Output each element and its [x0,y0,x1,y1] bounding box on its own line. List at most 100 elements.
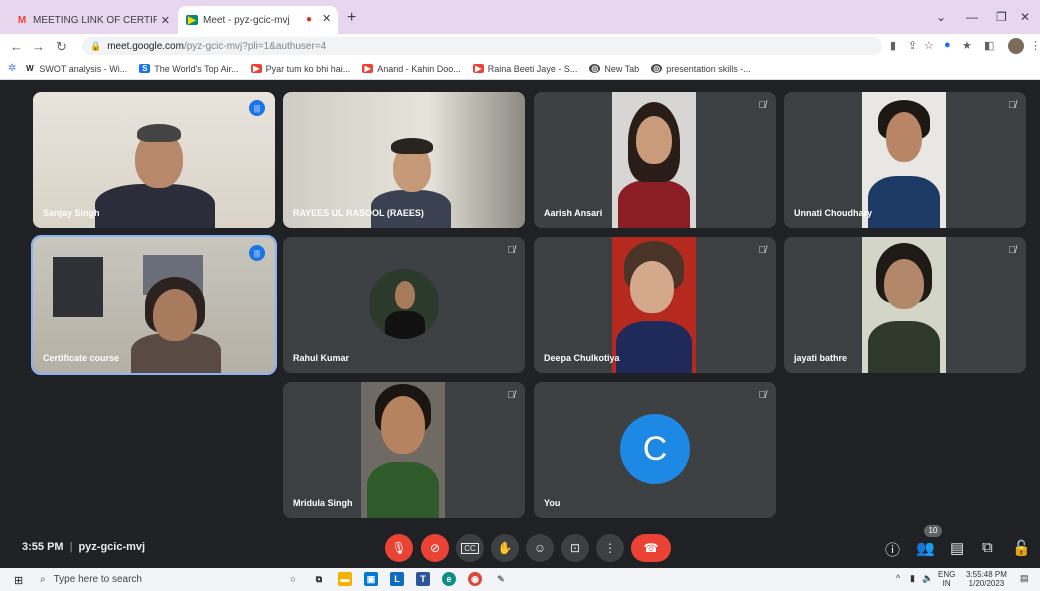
close-icon[interactable]: ✕ [322,12,331,25]
participant-video [862,237,946,373]
chat-icon[interactable]: ▤ [950,539,964,557]
bookmark-new-tab[interactable]: ◎ New Tab [589,64,639,74]
tab-gmail[interactable]: M MEETING LINK OF CERTIFICATE C ✕ [8,6,178,34]
volume-icon[interactable]: 🔈 [922,573,933,584]
meet-icon: ▶ [186,15,198,26]
participant-tile[interactable]: 🎙̸ Aarish Ansari [534,92,776,228]
self-avatar: C [620,414,690,484]
extension-icon[interactable]: ● [944,39,951,51]
participant-video [862,92,946,228]
raise-hand-button[interactable]: ✋ [491,534,519,562]
store-icon[interactable]: ▣ [364,572,378,586]
meet-control-bar: 3:55 PM | pyz-gcic-mvj 🎙 ⊘ CC ✋ ☺ ⊡ ⋮ ☎ ⓘ … [0,525,1040,568]
meet-video-grid: ||| Sanjay Singh RAYEES UL RASOOL (RAEES… [0,80,1040,568]
camera-indicator-icon[interactable]: ▮ [890,39,896,52]
participant-avatar [369,269,439,339]
participant-tile[interactable]: 🎙̸ Deepa Chulkotiya [534,237,776,373]
forward-icon[interactable]: → [32,39,45,54]
bookmark-presentation[interactable]: ◎ presentation skills -... [651,64,751,74]
wikipedia-icon: W [26,64,34,73]
participant-name: Rahul Kumar [293,353,350,363]
participant-tile-self[interactable]: C 🎙̸ You [534,382,776,518]
present-icon: ⊡ [569,541,581,555]
extensions-puzzle-icon[interactable]: ★ [962,39,972,52]
cortana-icon[interactable]: ○ [286,572,300,586]
mic-toggle-button[interactable]: 🎙 [385,534,413,562]
participant-tile[interactable]: 🎙̸ Rahul Kumar [283,237,525,373]
participant-tile[interactable]: 🎙̸ Mridula Singh [283,382,525,518]
recording-icon: ● [306,14,313,25]
participant-count-badge: 10 [924,525,942,537]
system-clock[interactable]: 3:55:48 PM 1/20/2023 [966,570,1007,588]
edge-icon[interactable]: e [442,572,456,586]
teams-icon[interactable]: T [416,572,430,586]
mic-off-icon: 🎙̸ [1008,245,1017,256]
captions-button[interactable]: CC [456,534,484,562]
linkedin-icon[interactable]: L [390,572,404,586]
participant-tile[interactable]: 🎙̸ Unnati Choudhary [784,92,1026,228]
minimize-icon[interactable]: — [966,10,978,24]
tab-meet[interactable]: ▶ Meet - pyz-gcic-mvj [178,6,338,34]
apps-icon[interactable]: ✲ [8,63,16,74]
sidebar-icon[interactable]: ◧ [984,39,994,52]
share-icon[interactable]: ⇪ [908,39,917,52]
raise-hand-icon: ✋ [497,541,513,555]
maximize-icon[interactable]: ❐ [996,10,1007,24]
emoji-button[interactable]: ☺ [526,534,554,562]
speaking-indicator-icon: ||| [249,245,265,261]
task-view-icon[interactable]: ⧉ [312,572,326,586]
bookmark-swot[interactable]: W SWOT analysis - Wi... [24,64,127,74]
taskbar-search-input[interactable]: ⌕ Type here to search [40,570,270,589]
host-controls-icon[interactable]: 🔓 [1012,539,1031,557]
participant-video [361,382,445,518]
bookmark-anand[interactable]: ▶ Anand - Kahin Doo... [362,64,461,74]
back-icon[interactable]: ← [10,39,23,54]
chevron-up-icon[interactable]: ^ [896,573,900,583]
chrome-icon: ◎ [589,64,601,73]
leave-call-button[interactable]: ☎ [631,534,671,562]
menu-kebab-icon[interactable]: ⋮ [1030,39,1040,52]
more-options-button[interactable]: ⋮ [596,534,624,562]
gmail-icon: M [17,14,27,26]
bookmark-pyar[interactable]: ▶ Pyar tum ko bhi hai... [250,64,350,74]
participant-name: Sanjay Singh [43,208,100,218]
language-indicator[interactable]: ENG IN [938,570,955,588]
bookmark-raina[interactable]: ▶ Raina Beeti Jaye - S... [472,64,577,74]
participant-name: Certificate course [43,353,120,363]
participant-tile[interactable]: RAYEES UL RASOOL (RAEES) [283,92,525,228]
window-close-icon[interactable]: ✕ [1020,10,1030,24]
mic-off-icon: 🎙̸ [758,390,767,401]
notifications-icon[interactable]: ▤ [1020,573,1029,584]
captions-icon: CC [461,542,479,554]
participant-tile[interactable]: ||| Sanjay Singh [33,92,275,228]
close-icon[interactable]: ✕ [161,14,170,27]
present-button[interactable]: ⊡ [561,534,589,562]
youtube-icon: ▶ [362,64,374,73]
camera-toggle-button[interactable]: ⊘ [421,534,449,562]
bookmark-star-icon[interactable]: ☆ [924,39,934,52]
activities-icon[interactable]: ⧉ [982,539,993,556]
people-icon[interactable]: 👥 [916,539,935,557]
participant-name: Mridula Singh [293,498,353,508]
lock-icon: 🔒 [90,40,102,51]
chrome-icon[interactable]: ◉ [468,572,482,586]
url-path: /pyz-gcic-mvj?pli=1&authuser=4 [183,40,327,52]
participant-tile[interactable]: 🎙̸ jayati bathre [784,237,1026,373]
battery-icon[interactable]: ▮ [910,573,915,584]
meeting-details: 3:55 PM | pyz-gcic-mvj [22,541,145,553]
reload-icon[interactable]: ↻ [56,39,67,55]
meeting-info-icon[interactable]: ⓘ [885,539,900,560]
new-tab-icon[interactable]: + [347,9,356,27]
participant-name: Unnati Choudhary [794,208,872,218]
windows-start-icon[interactable]: ⊞ [14,574,23,587]
bookmark-airports[interactable]: S The World's Top Air... [139,64,239,74]
participant-tile[interactable]: ||| Certificate course [31,235,277,375]
pen-icon[interactable]: ✎ [494,572,508,586]
chevron-down-icon[interactable]: ⌄ [936,10,946,24]
url-input[interactable]: 🔒 meet.google.com/pyz-gcic-mvj?pli=1&aut… [82,37,882,55]
profile-avatar[interactable] [1008,38,1024,54]
mic-off-icon: 🎙̸ [507,245,516,256]
tab-label: MEETING LINK OF CERTIFICATE C [33,14,157,26]
mic-off-icon: 🎙̸ [758,245,767,256]
file-explorer-icon[interactable]: ▬ [338,572,352,586]
